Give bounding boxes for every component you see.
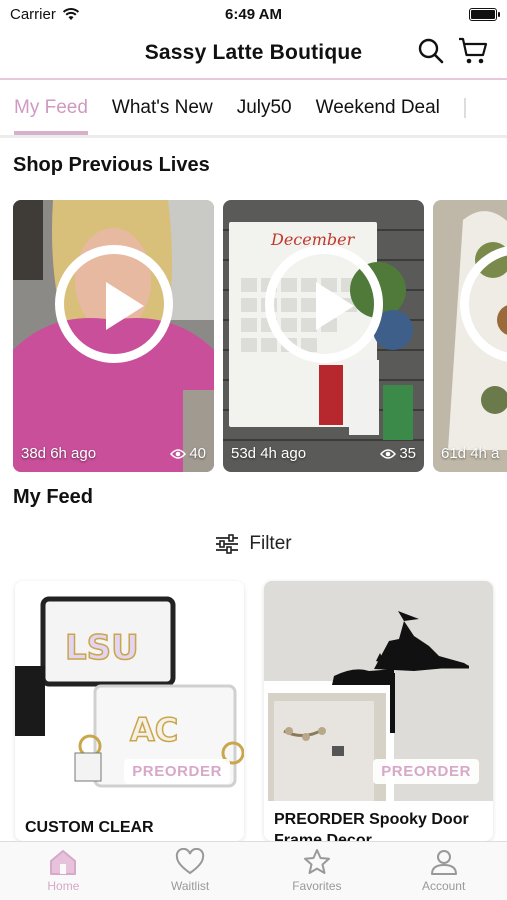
filter-button[interactable]: Filter bbox=[0, 533, 507, 555]
star-icon bbox=[303, 849, 330, 874]
product-title: CUSTOM CLEAR bbox=[25, 819, 154, 836]
product-card[interactable]: LSU AC PREORDER CUSTOM CLEAR bbox=[15, 581, 244, 841]
live-age: 38d 6h ago bbox=[21, 445, 97, 462]
tab-divider bbox=[0, 135, 507, 138]
product-card[interactable]: PREORDER PREORDER Spooky Door Frame Deco… bbox=[264, 581, 493, 841]
carrier-label: Carrier bbox=[10, 5, 56, 23]
eye-icon bbox=[380, 448, 397, 459]
view-count: 40 bbox=[170, 445, 206, 462]
live-video-card[interactable]: December 53d 4h ago 35 bbox=[223, 200, 424, 472]
battery-icon bbox=[469, 7, 500, 21]
preorder-badge: PREORDER bbox=[124, 759, 230, 784]
previous-lives-carousel[interactable]: 38d 6h ago 40 December 53d 4h ago 35 61d… bbox=[13, 200, 507, 472]
tab-july50[interactable]: July50 bbox=[237, 81, 292, 135]
nav-label: Favorites bbox=[292, 879, 342, 893]
product-image-text: LSU bbox=[65, 628, 139, 668]
filter-sliders-icon bbox=[216, 534, 239, 554]
home-icon bbox=[50, 850, 77, 875]
section-title-previous-lives: Shop Previous Lives bbox=[13, 154, 210, 176]
tab-weekend-deal[interactable]: Weekend Deal bbox=[316, 81, 440, 135]
live-age: 61d 4h a bbox=[441, 445, 500, 462]
nav-waitlist[interactable]: Waitlist bbox=[127, 842, 254, 900]
more-tabs-indicator bbox=[463, 98, 474, 118]
live-age: 53d 4h ago bbox=[231, 445, 307, 462]
play-button[interactable] bbox=[264, 245, 383, 363]
live-meta: 53d 4h ago 35 bbox=[231, 445, 416, 462]
tab-overflow[interactable] bbox=[463, 81, 474, 135]
view-count: 35 bbox=[380, 445, 416, 462]
status-left: Carrier bbox=[10, 6, 80, 23]
view-count-value: 40 bbox=[189, 445, 206, 462]
live-video-card[interactable]: 38d 6h ago 40 bbox=[13, 200, 214, 472]
header-actions bbox=[417, 36, 489, 66]
nav-label: Home bbox=[47, 879, 80, 893]
heart-icon bbox=[175, 848, 205, 875]
app-header: Sassy Latte Boutique bbox=[0, 28, 507, 78]
product-image-text: AC bbox=[130, 711, 178, 749]
preorder-badge: PREORDER bbox=[373, 759, 479, 784]
cart-icon[interactable] bbox=[457, 36, 489, 66]
page-title: Sassy Latte Boutique bbox=[144, 41, 363, 64]
status-bar: Carrier 6:49 AM bbox=[0, 0, 507, 28]
live-meta: 61d 4h a bbox=[441, 445, 507, 462]
tab-label: Weekend Deal bbox=[315, 97, 440, 118]
tab-my-feed[interactable]: My Feed bbox=[14, 81, 88, 135]
eye-icon bbox=[170, 448, 187, 459]
filter-label: Filter bbox=[249, 533, 292, 554]
account-icon bbox=[430, 850, 457, 875]
nav-favorites[interactable]: Favorites bbox=[254, 842, 381, 900]
nav-label: Account bbox=[421, 879, 466, 893]
category-tabs: My Feed What's New July50 Weekend Deal bbox=[0, 81, 507, 135]
wifi-icon bbox=[62, 7, 79, 20]
tab-label: July50 bbox=[236, 97, 292, 118]
section-title-my-feed: My Feed bbox=[13, 486, 94, 508]
live-video-card[interactable]: 61d 4h a bbox=[433, 200, 507, 472]
bottom-navigation: Home Waitlist Favorites Account bbox=[0, 841, 507, 900]
nav-account[interactable]: Account bbox=[380, 842, 507, 900]
search-icon[interactable] bbox=[417, 37, 445, 65]
play-button[interactable] bbox=[54, 245, 173, 363]
nav-home[interactable]: Home bbox=[0, 842, 127, 900]
product-title: PREORDER Spooky Door Frame Decor bbox=[274, 811, 469, 841]
nav-label: Waitlist bbox=[171, 879, 210, 893]
live-meta: 38d 6h ago 40 bbox=[21, 445, 206, 462]
tab-label: My Feed bbox=[14, 97, 88, 118]
view-count-value: 35 bbox=[399, 445, 416, 462]
header-divider bbox=[0, 78, 507, 80]
tab-label: What's New bbox=[111, 97, 213, 118]
tab-whats-new[interactable]: What's New bbox=[112, 81, 213, 135]
